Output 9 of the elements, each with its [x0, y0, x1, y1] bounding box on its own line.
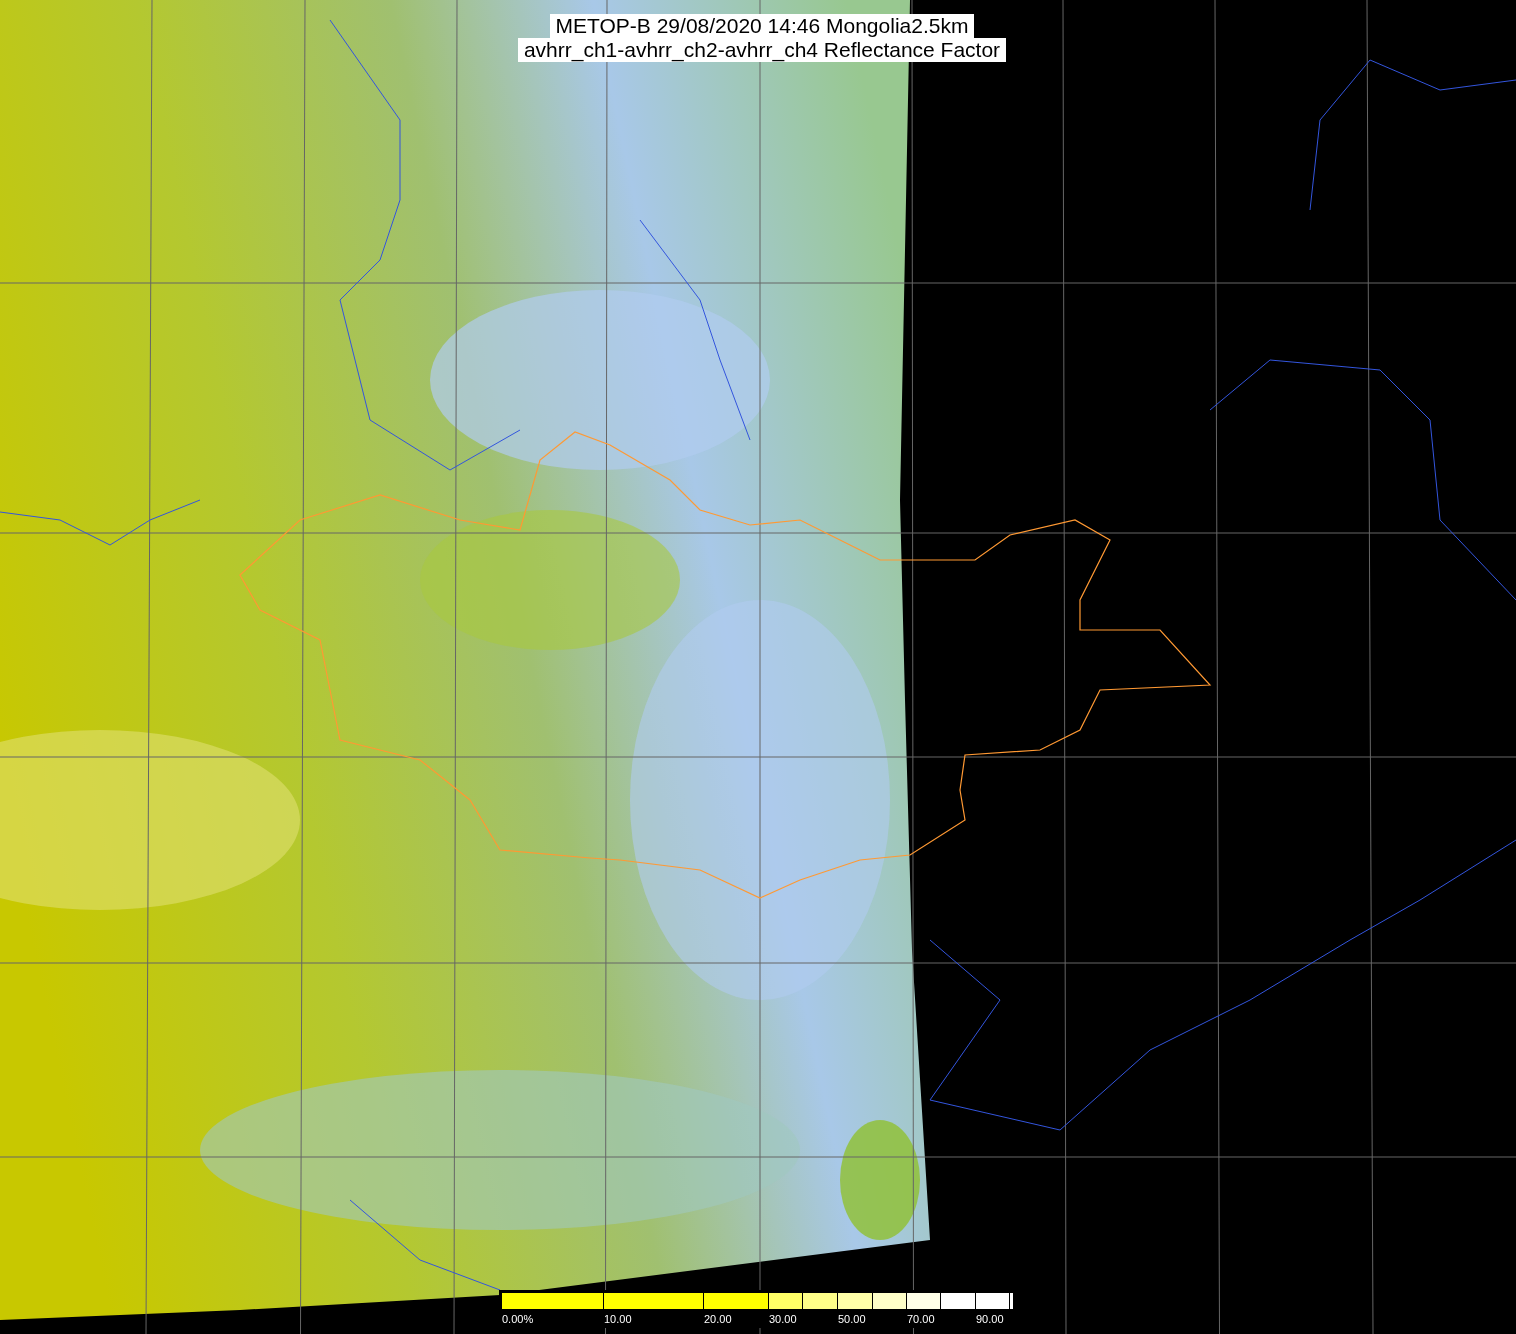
map-title: METOP-B 29/08/2020 14:46 Mongolia2.5km — [549, 14, 975, 38]
scale-label: 0.00% — [502, 1312, 534, 1326]
map-title: avhrr_ch1-avhrr_ch2-avhrr_ch4 Reflectance Factor — [517, 38, 1007, 62]
scale-label: 50.00 — [838, 1312, 866, 1326]
scale-label: 90.00 — [976, 1312, 1004, 1326]
scale-label: 30.00 — [769, 1312, 797, 1326]
scale-label: 70.00 — [907, 1312, 935, 1326]
scale-label: 20.00 — [704, 1312, 732, 1326]
scale-label: 10.00 — [604, 1312, 632, 1326]
